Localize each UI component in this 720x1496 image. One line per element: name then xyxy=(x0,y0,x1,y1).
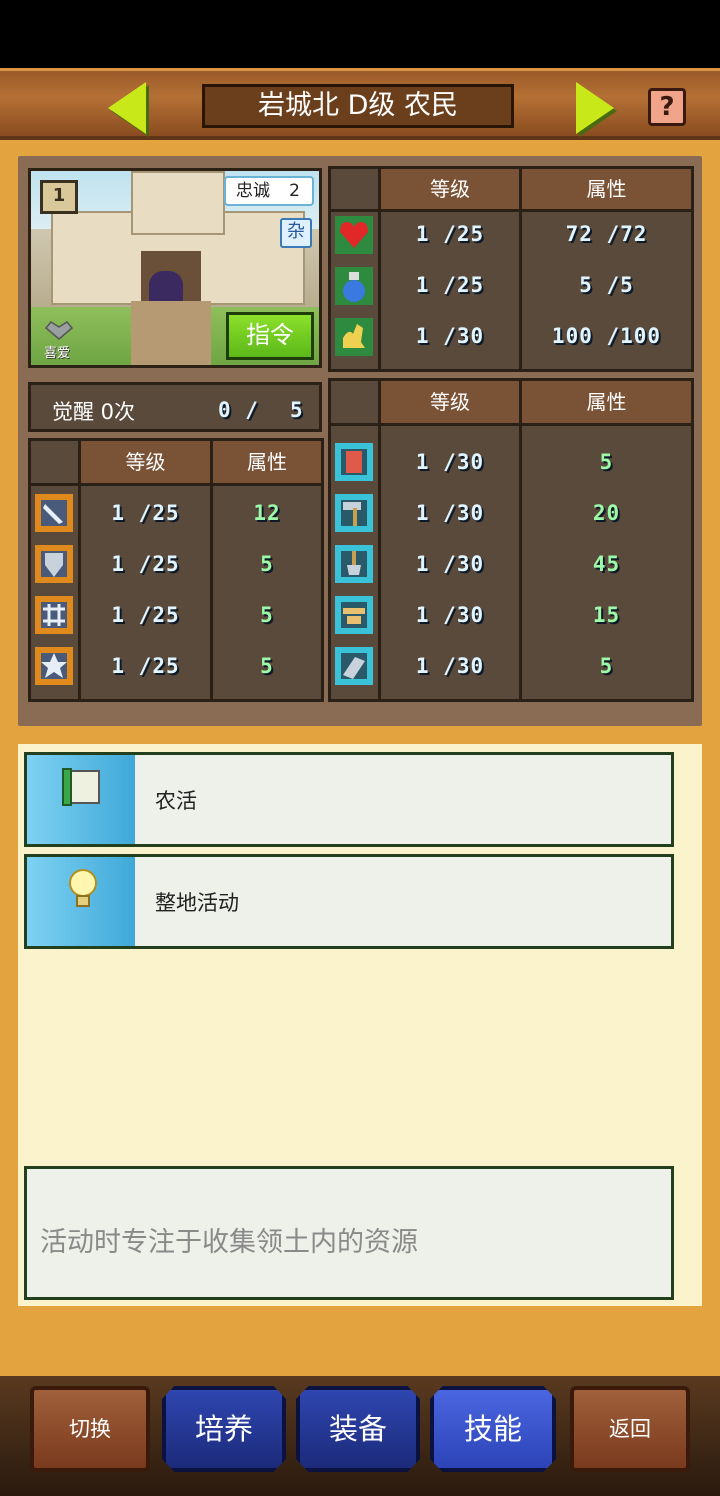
level-header: 等级 xyxy=(381,169,519,209)
like-label: 喜爱 xyxy=(44,346,71,361)
star-icon xyxy=(35,647,73,685)
awaken-label: 觉醒 0次 xyxy=(52,400,136,424)
skill-item[interactable]: 整地活动 xyxy=(24,854,674,949)
attack-value: 12 xyxy=(253,501,281,525)
mp-level: 1 /25 xyxy=(415,273,485,297)
heart-icon xyxy=(335,216,373,254)
work-attribute-header: 属性 xyxy=(522,381,691,423)
combat-attribute-header: 属性 xyxy=(213,441,321,483)
work2-value: 20 xyxy=(592,501,621,525)
sword-icon xyxy=(35,494,73,532)
status-bar xyxy=(0,0,720,68)
stamina-icon xyxy=(335,318,373,356)
craft-icon xyxy=(335,647,373,685)
book-icon xyxy=(335,443,373,481)
equip-tab[interactable]: 装备 xyxy=(296,1386,420,1472)
rank-badge: 1 xyxy=(40,180,78,214)
hp-value: 72 /72 xyxy=(565,222,648,246)
defense-value: 5 xyxy=(260,552,274,576)
skill-item[interactable]: 农活 xyxy=(24,752,674,847)
skill-description: 活动时专注于收集领土内的资源 xyxy=(40,1227,418,1258)
combat-level-header: 等级 xyxy=(81,441,210,483)
attack-level: 1 /25 xyxy=(111,501,180,525)
work4-level: 1 /30 xyxy=(415,603,485,627)
shovel-icon xyxy=(335,545,373,583)
awaken-current: 0 / xyxy=(218,398,259,422)
train-tab[interactable]: 培养 xyxy=(162,1386,286,1472)
loyalty-badge: 忠诚 2 xyxy=(224,176,314,206)
previous-arrow-icon[interactable] xyxy=(108,82,146,134)
hammer-icon xyxy=(335,494,373,532)
awaken-max: 5 xyxy=(290,398,304,422)
work5-level: 1 /30 xyxy=(415,654,485,678)
switch-button[interactable]: 切换 xyxy=(30,1386,150,1472)
back-button[interactable]: 返回 xyxy=(570,1386,690,1472)
work3-level: 1 /30 xyxy=(415,552,485,576)
like-heart-icon[interactable] xyxy=(44,320,74,340)
type-badge: 杂 xyxy=(280,218,312,248)
work2-level: 1 /30 xyxy=(415,501,485,525)
stamina-level: 1 /30 xyxy=(415,324,485,348)
work1-level: 1 /30 xyxy=(415,450,485,474)
potion-icon xyxy=(335,267,373,305)
defense-level: 1 /25 xyxy=(111,552,180,576)
work3-value: 45 xyxy=(592,552,621,576)
loyalty-value: 2 xyxy=(289,181,300,201)
loyalty-label: 忠诚 xyxy=(236,181,270,201)
work5-value: 5 xyxy=(599,654,614,678)
help-button[interactable]: ? xyxy=(648,88,686,126)
luck-level: 1 /25 xyxy=(111,654,180,678)
skill-tab[interactable]: 技能 xyxy=(430,1386,556,1472)
work1-value: 5 xyxy=(599,450,614,474)
order-button[interactable]: 指令 xyxy=(226,312,314,360)
scroll-icon xyxy=(62,768,100,806)
dexterity-value: 5 xyxy=(260,603,274,627)
skill-label: 整地活动 xyxy=(155,891,239,915)
page-title: 岩城北 D级 农民 xyxy=(202,84,514,128)
stamina-value: 100 /100 xyxy=(551,324,662,348)
skill-label: 农活 xyxy=(155,789,197,813)
lightbulb-icon xyxy=(69,869,97,907)
anvil-icon xyxy=(335,596,373,634)
mp-value: 5 /5 xyxy=(579,273,634,297)
dexterity-level: 1 /25 xyxy=(111,603,180,627)
work4-value: 15 xyxy=(592,603,621,627)
attribute-header: 属性 xyxy=(522,169,691,209)
next-arrow-icon[interactable] xyxy=(576,82,614,134)
dexterity-icon xyxy=(35,596,73,634)
luck-value: 5 xyxy=(260,654,274,678)
work-level-header: 等级 xyxy=(381,381,519,423)
hp-level: 1 /25 xyxy=(415,222,485,246)
shield-icon xyxy=(35,545,73,583)
